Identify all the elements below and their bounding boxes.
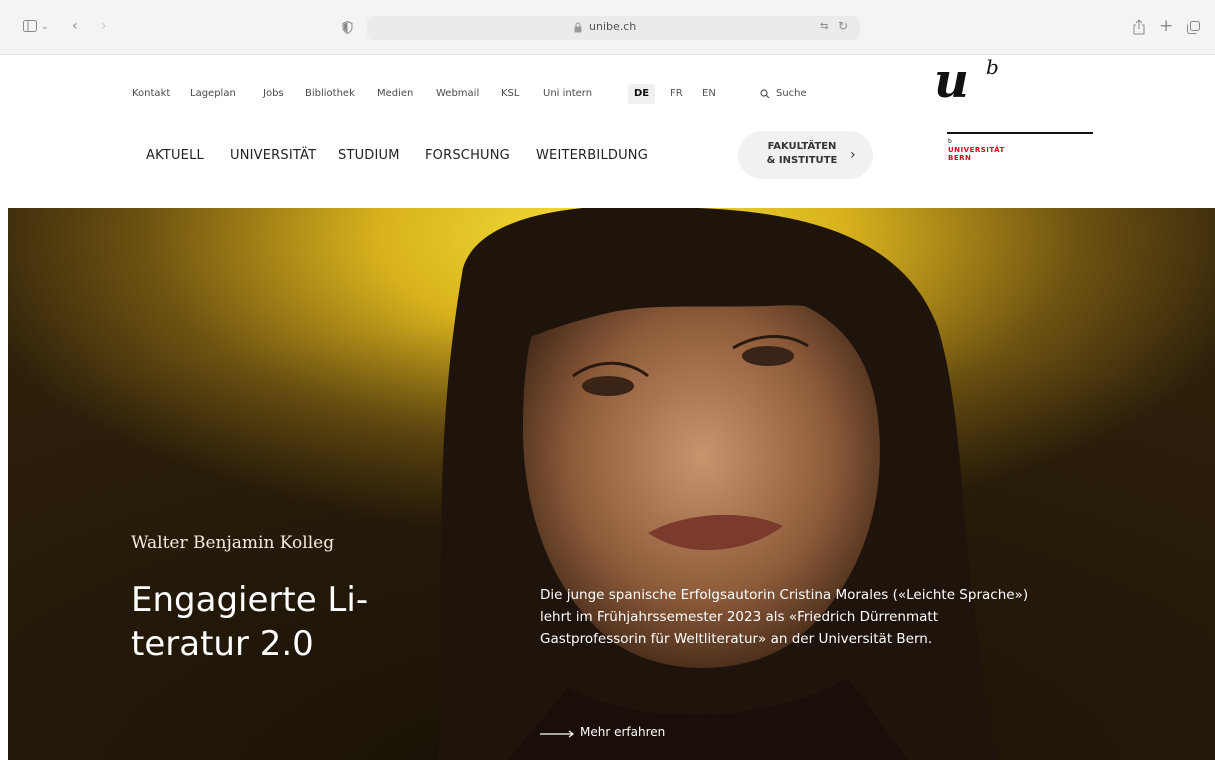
nav-item-aktuell[interactable]: AKTUELL (146, 148, 204, 163)
logo-superscript: b (986, 55, 999, 79)
tab-overview-icon[interactable] (1187, 21, 1200, 34)
utility-link-uni-intern[interactable]: Uni intern (543, 88, 592, 99)
nav-item-forschung[interactable]: FORSCHUNG (425, 148, 510, 163)
chevron-down-icon[interactable]: ⌄ (41, 20, 49, 34)
forward-icon[interactable]: › (101, 19, 107, 33)
utility-link-ksl[interactable]: KSL (501, 88, 519, 99)
address-bar[interactable]: unibe.ch ⇆ ↻ (367, 16, 860, 40)
back-icon[interactable]: ‹ (72, 19, 78, 33)
faculties-button[interactable]: FAKULTÄTEN & INSTITUTE › (738, 131, 873, 179)
logo-name-line2: BERN (948, 154, 972, 162)
utility-link-bibliothek[interactable]: Bibliothek (305, 88, 355, 99)
utility-link-kontakt[interactable]: Kontakt (132, 88, 170, 99)
translate-icon[interactable]: ⇆ (820, 21, 828, 32)
chevron-right-icon: › (850, 147, 856, 163)
hero-banner: Walter Benjamin Kolleg Engagierte Li- te… (8, 208, 1215, 760)
sidebar-toggle-icon[interactable] (23, 20, 37, 32)
logo-mark: u (934, 53, 969, 109)
search-link[interactable]: Suche (760, 88, 807, 99)
utility-link-medien[interactable]: Medien (377, 88, 413, 99)
logo-small-mark: b (948, 138, 952, 145)
search-icon (760, 89, 770, 99)
nav-item-studium[interactable]: STUDIUM (338, 148, 400, 163)
logo-name-line1: UNIVERSITÄT (948, 146, 1005, 154)
more-link-label: Mehr erfahren (580, 725, 666, 739)
browser-toolbar: ⌄ ‹ › unibe.ch ⇆ ↻ + (0, 0, 1215, 55)
hero-description: Die junge spanische Erfolgsautorin Crist… (540, 587, 1029, 647)
hero-title: Engagierte Li- teratur 2.0 (131, 580, 369, 664)
language-fr[interactable]: FR (670, 84, 683, 104)
new-tab-icon[interactable]: + (1159, 18, 1173, 35)
share-icon[interactable] (1133, 19, 1145, 35)
url-text: unibe.ch (589, 20, 637, 33)
reload-icon[interactable]: ↻ (838, 19, 848, 33)
arrow-right-icon (540, 730, 574, 738)
privacy-shield-icon[interactable] (342, 21, 353, 34)
utility-link-webmail[interactable]: Webmail (436, 88, 479, 99)
nav-item-weiterbildung[interactable]: WEITERBILDUNG (536, 148, 648, 163)
logo-wordmark: UNIVERSITÄT BERN (948, 146, 1005, 162)
hero-portrait-image (8, 208, 1215, 760)
hero-kicker: Walter Benjamin Kolleg (131, 533, 335, 553)
logo-rule (947, 132, 1093, 134)
search-label: Suche (776, 88, 807, 99)
language-de[interactable]: DE (628, 84, 656, 104)
utility-link-jobs[interactable]: Jobs (263, 88, 284, 99)
lock-icon (574, 22, 582, 33)
nav-item-universitaet[interactable]: UNIVERSITÄT (230, 148, 316, 163)
language-en[interactable]: EN (702, 84, 716, 104)
faculties-label: FAKULTÄTEN & INSTITUTE (766, 141, 838, 166)
more-link[interactable]: Mehr erfahren (540, 725, 665, 739)
utility-link-lageplan[interactable]: Lageplan (190, 88, 236, 99)
